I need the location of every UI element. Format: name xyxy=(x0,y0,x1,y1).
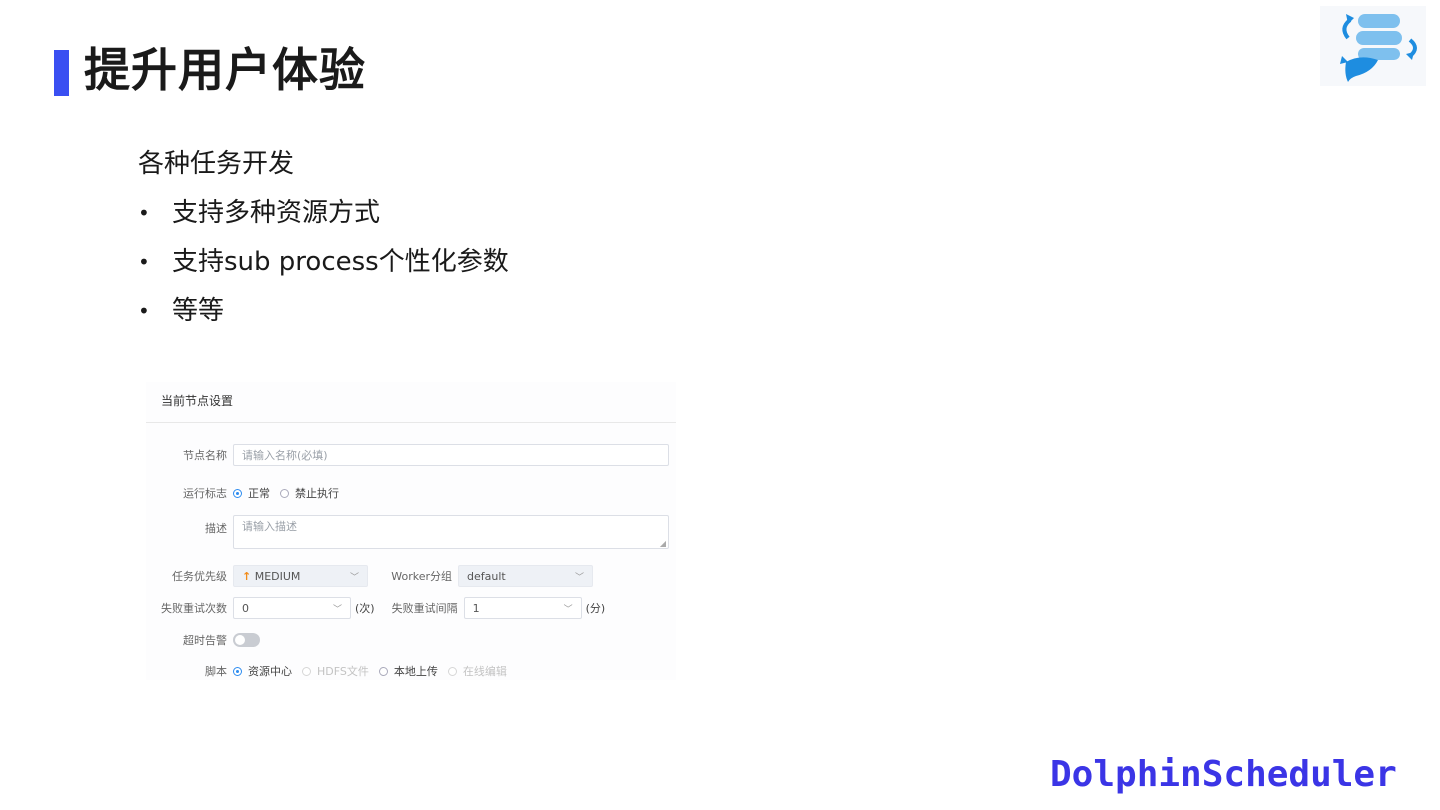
bullet-dot: • xyxy=(138,299,150,323)
arrow-up-icon: ↑ xyxy=(242,569,252,583)
run-flag-row: 运行标志 正常 禁止执行 xyxy=(146,485,349,501)
radio-selected-icon[interactable] xyxy=(233,666,242,676)
description-label: 描述 xyxy=(205,522,227,535)
chevron-down-icon: ﹀ xyxy=(349,572,359,583)
script-online-edit-option: 在线编辑 xyxy=(447,663,507,679)
bullet-dot: • xyxy=(138,250,150,274)
run-flag-label: 运行标志 xyxy=(183,487,227,500)
dolphinscheduler-logo-icon xyxy=(1320,6,1426,86)
node-name-label: 节点名称 xyxy=(183,449,227,462)
retry-times-unit: (次) xyxy=(355,602,375,615)
retry-interval-value: 1 xyxy=(472,601,480,615)
radio-unselected-icon[interactable] xyxy=(280,488,289,498)
run-flag-normal-label: 正常 xyxy=(248,487,270,500)
radio-disabled-icon xyxy=(302,666,311,676)
chevron-down-icon: ﹀ xyxy=(563,604,573,615)
timeout-alarm-row: 超时告警 xyxy=(146,632,260,648)
retry-times-select[interactable]: 0 ﹀ xyxy=(233,597,351,619)
worker-group-select[interactable]: default ﹀ xyxy=(458,565,593,587)
bullet-item: • 支持sub process个性化参数 xyxy=(138,238,509,287)
retry-times-label: 失败重试次数 xyxy=(161,602,227,615)
node-name-input[interactable]: 请输入名称(必填) xyxy=(233,444,669,466)
description-placeholder: 请输入描述 xyxy=(242,520,297,533)
priority-label: 任务优先级 xyxy=(172,570,227,583)
script-local-upload-option[interactable]: 本地上传 xyxy=(378,663,438,679)
script-option-label: HDFS文件 xyxy=(317,665,369,678)
radio-disabled-icon xyxy=(447,666,457,676)
timeout-alarm-label: 超时告警 xyxy=(183,634,227,647)
bullet-list: 各种任务开发 • 支持多种资源方式 • 支持sub process个性化参数 • 等等 xyxy=(138,140,509,336)
bullet-text: 等等 xyxy=(172,296,225,326)
retry-row: 失败重试次数 0 ﹀ (次) 失败重试间隔 1 ﹀ (分) xyxy=(146,597,605,619)
bullet-text: 支持多种资源方式 xyxy=(172,198,381,228)
worker-group-label: Worker分组 xyxy=(391,570,452,583)
script-hdfs-option: HDFS文件 xyxy=(302,663,369,679)
script-row: 脚本 资源中心 HDFS文件 本地上传 在线编辑 xyxy=(146,663,517,679)
section-heading-text: 各种任务开发 xyxy=(138,149,295,179)
resize-handle-icon[interactable]: ◢ xyxy=(660,540,666,548)
script-label: 脚本 xyxy=(205,665,227,678)
bullet-dot: • xyxy=(138,201,150,225)
script-option-label: 本地上传 xyxy=(393,665,438,678)
brand-wordmark: DolphinScheduler xyxy=(1050,754,1397,795)
description-textarea[interactable]: 请输入描述 ◢ xyxy=(233,515,669,549)
script-resource-center-option[interactable]: 资源中心 xyxy=(233,663,292,679)
panel-title: 当前节点设置 xyxy=(146,382,676,423)
timeout-alarm-toggle[interactable] xyxy=(233,633,260,647)
priority-value: MEDIUM xyxy=(254,569,301,583)
run-flag-normal-option[interactable]: 正常 xyxy=(233,485,270,501)
run-flag-forbidden-label: 禁止执行 xyxy=(295,487,339,500)
radio-unselected-icon[interactable] xyxy=(378,666,388,676)
node-name-row: 节点名称 请输入名称(必填) xyxy=(146,444,669,466)
run-flag-forbidden-option[interactable]: 禁止执行 xyxy=(280,485,339,501)
section-heading: 各种任务开发 xyxy=(138,140,509,189)
slide-title: 提升用户体验 xyxy=(84,43,366,97)
script-option-label: 资源中心 xyxy=(248,665,292,678)
bullet-text: 支持sub process个性化参数 xyxy=(172,247,509,277)
description-row: 描述 请输入描述 ◢ xyxy=(146,515,669,549)
retry-interval-unit: (分) xyxy=(585,602,606,615)
node-settings-panel: 当前节点设置 节点名称 请输入名称(必填) 运行标志 正常 禁止执行 描述 请输… xyxy=(146,382,676,680)
chevron-down-icon: ﹀ xyxy=(332,604,342,615)
bullet-item: • 等等 xyxy=(138,287,509,336)
retry-times-value: 0 xyxy=(242,601,249,615)
retry-interval-select[interactable]: 1 ﹀ xyxy=(463,597,582,619)
retry-interval-label: 失败重试间隔 xyxy=(391,602,458,615)
worker-group-value: default xyxy=(467,569,506,583)
chevron-down-icon: ﹀ xyxy=(574,572,584,583)
radio-selected-icon[interactable] xyxy=(233,488,242,498)
bullet-item: • 支持多种资源方式 xyxy=(138,189,509,238)
priority-select[interactable]: ↑ MEDIUM ﹀ xyxy=(233,565,368,587)
script-option-label: 在线编辑 xyxy=(462,665,507,678)
priority-worker-row: 任务优先级 ↑ MEDIUM ﹀ Worker分组 default ﹀ xyxy=(146,565,593,587)
title-accent-bar xyxy=(54,50,69,96)
